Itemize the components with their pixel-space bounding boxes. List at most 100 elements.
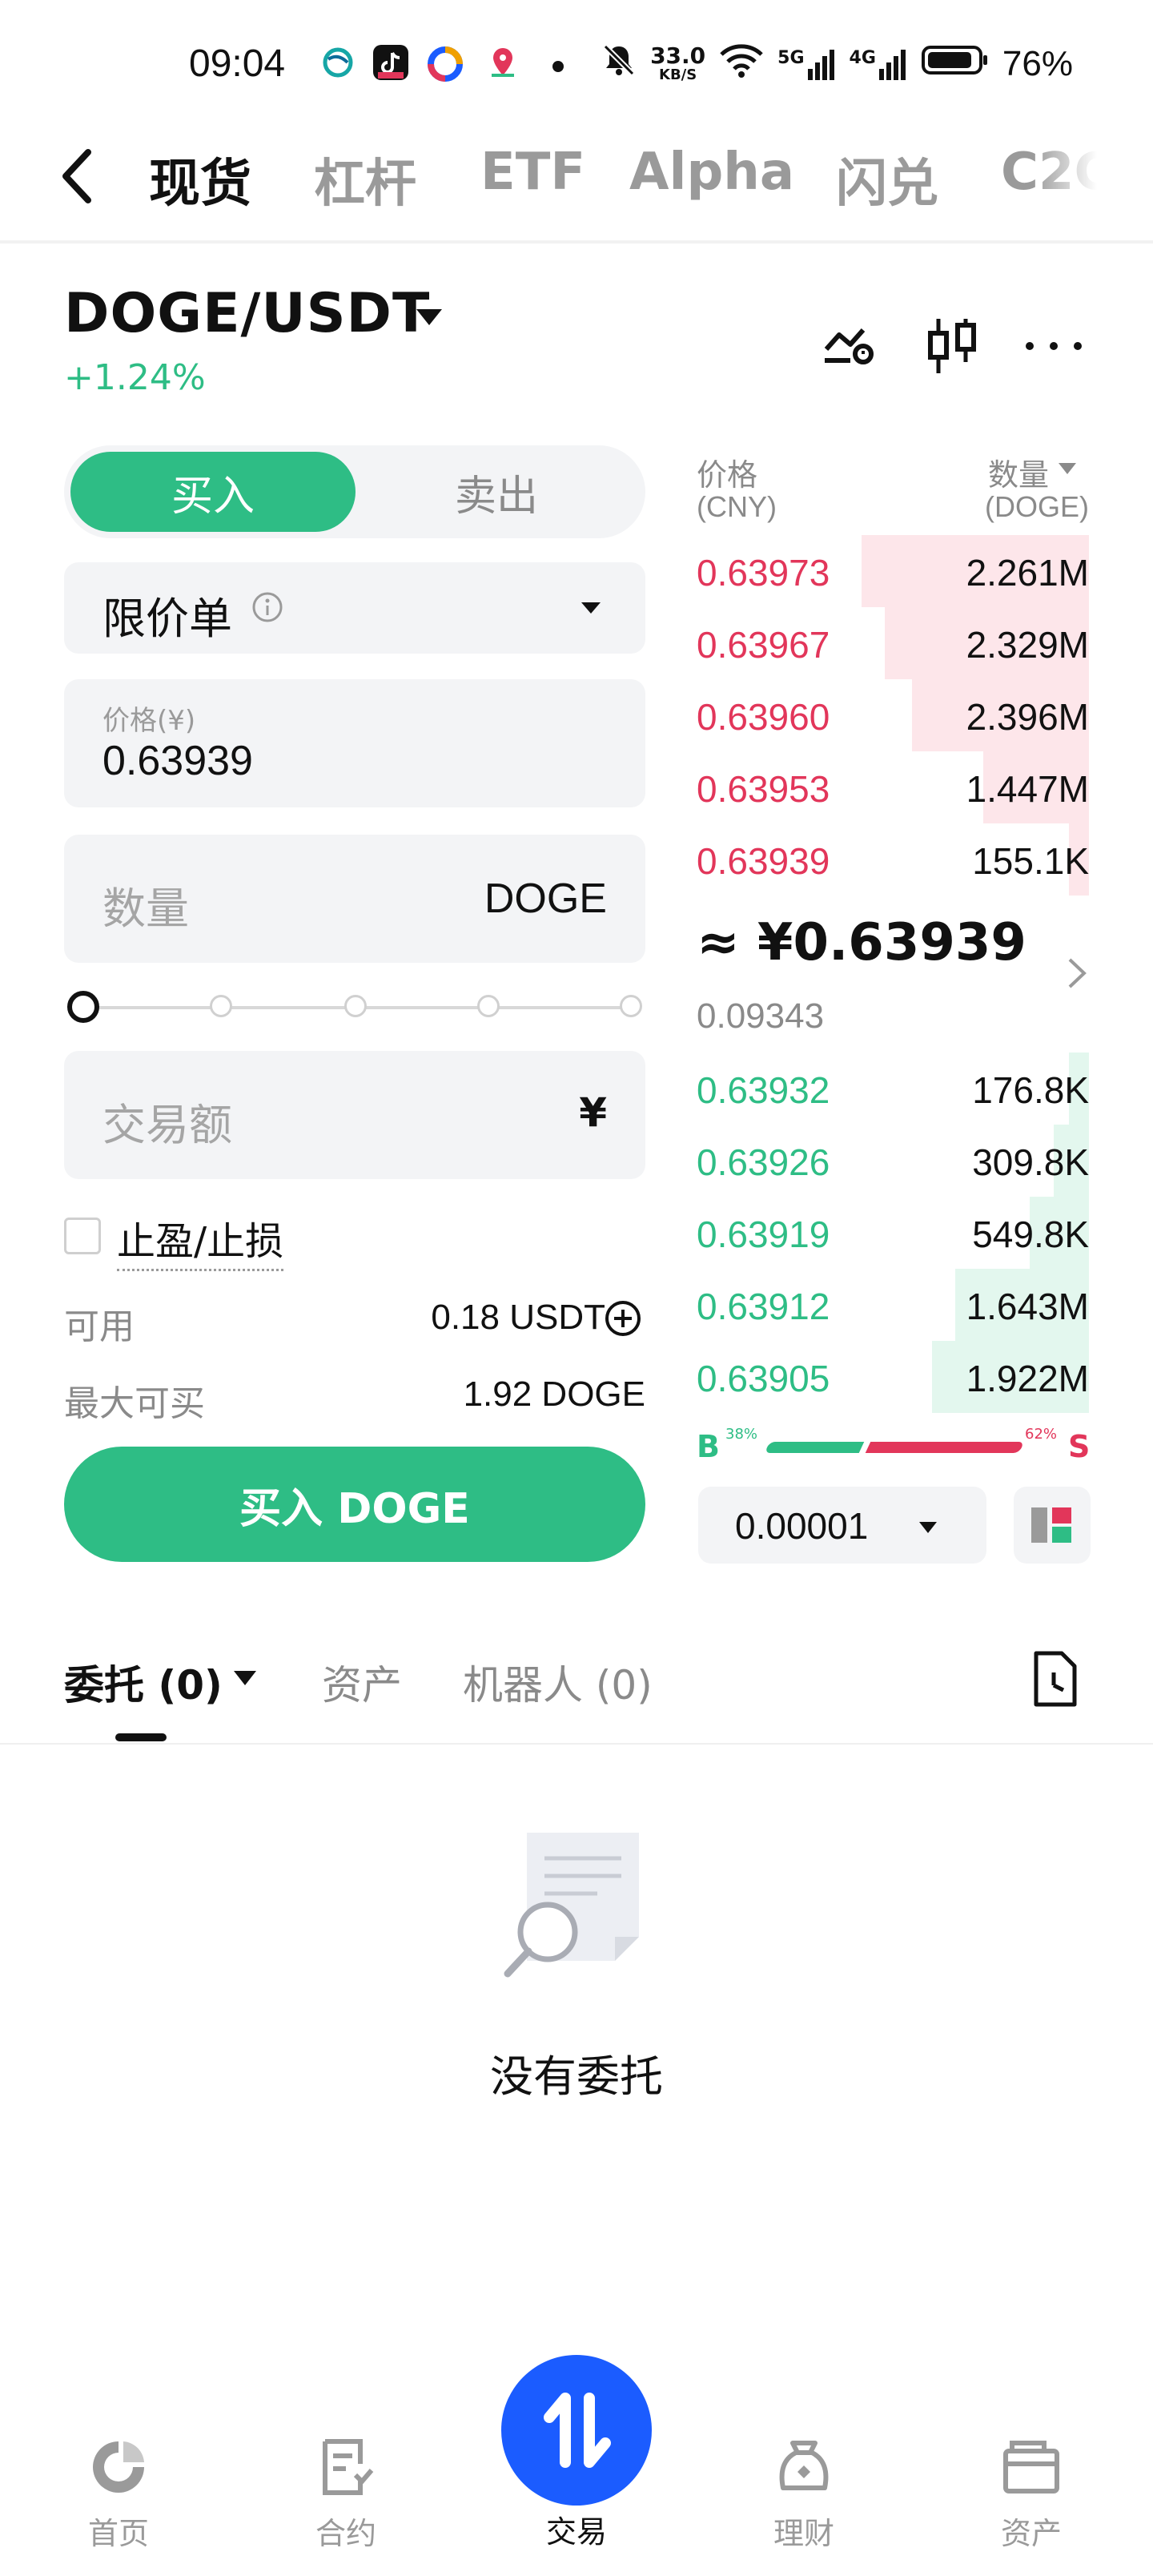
order-history-icon[interactable]	[1030, 1648, 1081, 1713]
buy-tab[interactable]: 买入	[70, 452, 356, 532]
buy-submit-label: 买入 DOGE	[239, 1484, 470, 1533]
bid-price: 0.63905	[697, 1358, 830, 1399]
tab-etf[interactable]: ETF	[480, 143, 585, 202]
nav-assets-label: 资产	[1000, 2516, 1062, 2551]
map-pin-icon	[485, 45, 520, 80]
orders-caret-icon[interactable]	[234, 1671, 256, 1685]
tpsl-label[interactable]: 止盈/止损	[117, 1210, 284, 1271]
tab-assets[interactable]: 资产	[322, 1653, 402, 1711]
status-right: 33.0 KB/S 5G 4G 76%	[601, 40, 1073, 88]
ask-quantity: 2.329M	[966, 624, 1089, 666]
layout-icon	[1026, 1499, 1078, 1554]
ask-price: 0.63960	[697, 696, 830, 738]
tab-orders-underline	[115, 1733, 167, 1741]
wallet-icon	[999, 2441, 1063, 2502]
chevron-down-icon	[581, 602, 601, 614]
pair-name[interactable]: DOGE/USDT	[64, 282, 430, 345]
pair-caret-icon[interactable]	[416, 309, 442, 325]
max-buy-label: 最大可买	[64, 1383, 205, 1424]
candlestick-chart-icon[interactable]	[921, 314, 985, 378]
info-icon[interactable]	[251, 591, 283, 626]
tab-convert[interactable]: 闪兑	[836, 143, 938, 216]
bid-quantity: 176.8K	[972, 1069, 1089, 1111]
more-icon[interactable]	[1022, 314, 1086, 378]
orders-divider	[0, 1743, 1153, 1745]
buy-submit-button[interactable]: 买入 DOGE	[64, 1447, 645, 1562]
nav-trade[interactable]: 交易	[512, 2507, 641, 2551]
tab-bots[interactable]: 机器人 (0)	[463, 1653, 653, 1711]
tpsl-checkbox[interactable]	[64, 1218, 101, 1254]
bid-row[interactable]: 0.63926 309.8K	[697, 1125, 1089, 1197]
price-field[interactable]: 价格(¥) 0.63939	[64, 679, 645, 807]
tab-spot[interactable]: 现货	[149, 143, 251, 216]
ob-qty-caret-icon[interactable]	[1059, 463, 1076, 474]
bid-row[interactable]: 0.63919 549.8K	[697, 1197, 1089, 1269]
depth-layout-button[interactable]	[1014, 1487, 1091, 1564]
mid-sub-value: 0.09343	[697, 996, 825, 1036]
mid-price[interactable]: ≈ ¥0.63939	[697, 913, 1026, 972]
sell-tab[interactable]: 卖出	[354, 452, 639, 532]
wifi-icon	[718, 42, 765, 87]
bid-quantity: 1.643M	[966, 1286, 1089, 1327]
ask-quantity: 2.396M	[966, 696, 1089, 738]
ask-quantity: 155.1K	[972, 840, 1089, 882]
ob-price-header: 价格	[697, 457, 758, 493]
price-value: 0.63939	[102, 738, 253, 784]
slider-step-75[interactable]	[477, 995, 500, 1017]
ratio-b-pct: 38%	[725, 1426, 758, 1443]
china-mobile-icon	[320, 45, 356, 80]
nav-futures[interactable]: 合约	[282, 2435, 410, 2553]
price-alert-icon[interactable]	[818, 314, 882, 378]
bid-price: 0.63912	[697, 1286, 830, 1327]
slider-knob-0[interactable]	[67, 991, 99, 1023]
battery-icon	[921, 42, 990, 87]
nav-assets[interactable]: 资产	[967, 2435, 1095, 2553]
ask-price: 0.63939	[697, 840, 830, 882]
quantity-field[interactable]: 数量 DOGE	[64, 835, 645, 963]
mute-bell-icon	[601, 42, 637, 87]
order-type-select[interactable]: 限价单	[64, 562, 645, 654]
back-arrow-icon[interactable]	[56, 144, 98, 208]
ob-price-unit: (CNY)	[697, 490, 777, 523]
mid-chevron-icon[interactable]	[1065, 955, 1089, 995]
order-type-value: 限价单	[102, 594, 232, 644]
bid-row[interactable]: 0.63932 176.8K	[697, 1053, 1089, 1125]
slider-step-100[interactable]	[620, 995, 642, 1017]
ask-row[interactable]: 0.63967 2.329M	[697, 607, 1089, 679]
slider-step-25[interactable]	[210, 995, 232, 1017]
tab-c2c-clip: C2C	[1001, 136, 1097, 216]
ask-price: 0.63953	[697, 768, 830, 810]
tab-alpha[interactable]: Alpha	[629, 143, 794, 202]
earn-icon	[772, 2441, 836, 2502]
net-speed: 33.0 KB/S	[650, 42, 706, 83]
nav-earn[interactable]: 理财	[740, 2435, 868, 2553]
available-value: 0.18 USDT	[431, 1298, 605, 1337]
precision-caret-icon	[919, 1522, 937, 1533]
battery-percent: 76%	[1002, 44, 1073, 83]
ob-qty-header[interactable]: 数量	[988, 450, 1049, 494]
ask-quantity: 1.447M	[966, 768, 1089, 810]
bid-quantity: 1.922M	[966, 1358, 1089, 1399]
nav-home[interactable]: 首页	[54, 2435, 183, 2553]
ask-row[interactable]: 0.63953 1.447M	[697, 751, 1089, 823]
ask-row[interactable]: 0.63939 155.1K	[697, 823, 1089, 896]
slider-step-50[interactable]	[344, 995, 367, 1017]
ratio-buy-fill	[764, 1442, 865, 1453]
tiktok-icon	[373, 45, 408, 80]
ask-row[interactable]: 0.63960 2.396M	[697, 679, 1089, 751]
empty-orders-text: 没有委托	[490, 2051, 663, 2102]
price-label: 价格(¥)	[102, 705, 196, 737]
nav-futures-label: 合约	[315, 2516, 376, 2551]
tab-margin[interactable]: 杠杆	[314, 143, 416, 216]
bid-row[interactable]: 0.63912 1.643M	[697, 1269, 1089, 1341]
total-field[interactable]: 交易额 ¥	[64, 1051, 645, 1179]
bid-row[interactable]: 0.63905 1.922M	[697, 1341, 1089, 1413]
notification-dot	[552, 61, 564, 72]
tab-orders[interactable]: 委托 (0)	[64, 1653, 223, 1711]
add-funds-icon[interactable]	[604, 1299, 642, 1341]
precision-select[interactable]: 0.00001	[698, 1487, 986, 1564]
signal-4g-icon: 4G	[850, 48, 908, 80]
nav-trade-button[interactable]	[501, 2355, 652, 2506]
ask-row[interactable]: 0.63973 2.261M	[697, 535, 1089, 607]
ratio-s-label: S	[1068, 1429, 1091, 1464]
